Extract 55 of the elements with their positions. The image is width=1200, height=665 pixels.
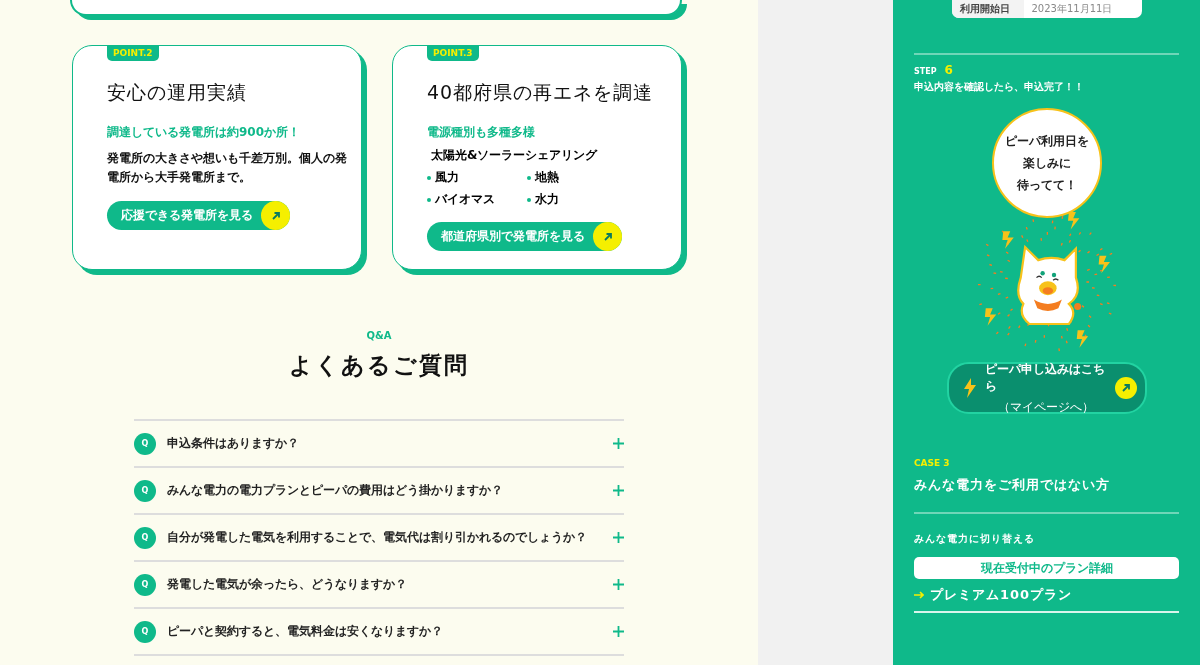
bullet-icon — [427, 175, 431, 180]
bubble-text: 待ってて！ — [1016, 176, 1077, 194]
plus-icon — [613, 579, 624, 590]
source-item: バイオマス — [435, 191, 495, 208]
case-label: CASE 3 — [914, 458, 951, 468]
faq-item[interactable]: Q 自分が発電した電気を利用することで、電気代は割り引かれるのでしょうか？ — [134, 515, 624, 562]
step-number: 6 — [944, 63, 953, 77]
point-badge: POINT.2 — [107, 45, 159, 61]
source-item: 水力 — [535, 191, 559, 208]
faq-item[interactable]: Q 申込条件はありますか？ — [134, 421, 624, 468]
section-eyebrow: Q&A — [365, 330, 393, 341]
lightning-icon — [962, 378, 977, 398]
case-title: みんな電力をご利用ではない方 — [914, 477, 1111, 494]
card-title: 安心の運用実績 — [107, 80, 248, 105]
table-value: 2023年11月11日 — [1030, 2, 1113, 16]
section-title: よくあるご質問 — [288, 351, 470, 380]
question-text: ピーパと契約すると、電気料金は安くなりますか？ — [167, 624, 444, 639]
arrow-icon — [1120, 383, 1131, 393]
bullet-icon — [427, 197, 431, 202]
question-text: 申込条件はありますか？ — [167, 436, 300, 451]
bubble-text: 楽しみに — [1022, 154, 1071, 172]
source-item: 風力 — [435, 169, 459, 186]
bullet-icon — [527, 175, 531, 180]
plus-icon — [613, 532, 624, 543]
bullet-icon — [527, 197, 531, 202]
point-badge: POINT.3 — [427, 45, 479, 61]
apply-button[interactable]: ピーパ申し込みはこちら （マイページへ） — [946, 362, 1147, 414]
faq-item[interactable]: Q みんな電力の電力プランとピーパの費用はどう掛かりますか？ — [134, 468, 624, 515]
arrow-right-icon — [914, 591, 924, 599]
card-title: 40都府県の再エネを調達 — [427, 80, 655, 105]
question-badge: Q — [134, 526, 156, 549]
question-badge: Q — [134, 620, 156, 643]
plus-icon — [613, 626, 624, 637]
plus-icon — [613, 438, 624, 449]
source-item: 太陽光&ソーラーシェアリング — [431, 147, 598, 164]
question-badge: Q — [134, 573, 156, 596]
arrow-icon — [270, 210, 281, 221]
card-description: 発電所の大きさや想いも千差万別。個人の発電所から大手発電所まで。 — [107, 150, 347, 186]
table-label: 利用開始日 — [951, 0, 1024, 18]
source-item: 地熱 — [535, 169, 559, 186]
card-subtitle: 調達している発電所は約900か所！ — [107, 124, 302, 141]
question-text: 自分が発電した電気を利用することで、電気代は割り引かれるのでしょうか？ — [167, 530, 588, 545]
step-label: STEP — [914, 67, 937, 76]
plus-icon — [613, 485, 624, 496]
question-badge: Q — [134, 479, 156, 502]
question-text: みんな電力の電力プランとピーパの費用はどう掛かりますか？ — [167, 483, 504, 498]
faq-item[interactable]: Q 発電した電気が余ったら、どうなりますか？ — [134, 562, 624, 609]
question-text: 発電した電気が余ったら、どうなりますか？ — [167, 577, 408, 592]
step-text: 申込内容を確認したら、申込完了！！ — [914, 80, 1085, 94]
question-badge: Q — [134, 432, 156, 455]
bubble-text: ピーパ利用日を — [1004, 132, 1089, 150]
faq-item[interactable]: Q ピーパと契約すると、電気料金は安くなりますか？ — [134, 609, 624, 656]
arrow-icon — [602, 231, 613, 242]
card-subtitle: 電源種別も多種多様 — [427, 124, 536, 141]
section-heading: みんな電力に切り替える — [914, 532, 1036, 546]
